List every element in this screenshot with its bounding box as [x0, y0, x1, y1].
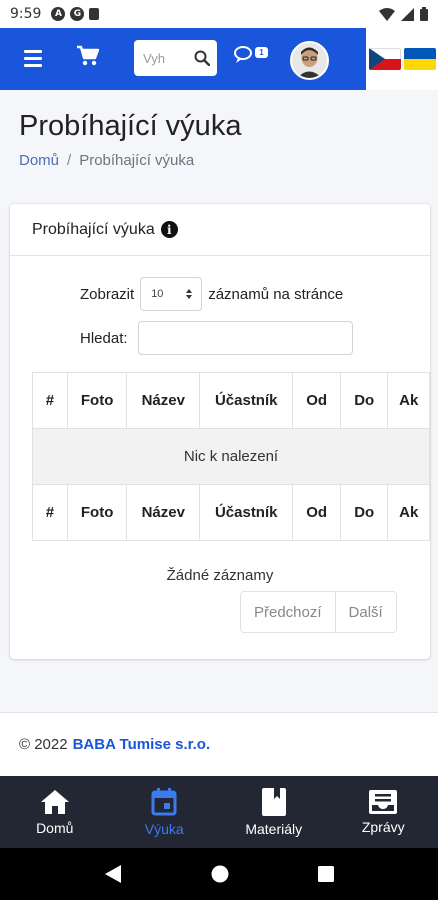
- column-footer: Do: [339, 484, 389, 541]
- notification-a-icon: A: [51, 7, 66, 21]
- bottom-nav-label: Materiály: [245, 820, 303, 837]
- column-footer: Foto: [66, 484, 128, 541]
- czech-flag-icon[interactable]: [368, 48, 401, 70]
- book-icon: [261, 787, 286, 816]
- column-header[interactable]: Foto: [66, 372, 128, 429]
- breadcrumb-separator: /: [67, 152, 72, 169]
- wifi-icon: [379, 7, 395, 21]
- column-header[interactable]: Od: [292, 372, 341, 429]
- card-title: Probíhající výuka: [32, 220, 155, 238]
- column-header[interactable]: #: [32, 372, 68, 429]
- copyright-text: © 2022: [19, 736, 68, 753]
- status-time: 9:59: [10, 6, 42, 22]
- column-footer: #: [32, 484, 68, 541]
- bottom-nav-label: Domů: [36, 819, 74, 836]
- column-header[interactable]: Ak: [387, 372, 430, 429]
- signal-icon: [401, 7, 414, 21]
- page-length-value: 10: [151, 288, 164, 300]
- bottom-navigation: Domů Výuka Materiály Zprávy: [0, 776, 438, 848]
- table-footer-row: # Foto Název Účastník Od Do Ak: [32, 484, 430, 541]
- column-footer: Název: [126, 484, 201, 541]
- home-circle-icon[interactable]: [211, 865, 229, 883]
- empty-message: Nic k nalezení: [32, 428, 430, 485]
- previous-page-button[interactable]: Předchozí: [241, 592, 336, 632]
- column-footer: Od: [292, 484, 341, 541]
- column-header[interactable]: Účastník: [199, 372, 294, 429]
- bottom-nav-messages[interactable]: Zprávy: [329, 776, 438, 848]
- navbar-search-input[interactable]: Vyh: [134, 51, 187, 66]
- table-search-input[interactable]: [137, 321, 353, 355]
- system-navigation-bar: [0, 848, 438, 900]
- back-icon[interactable]: [104, 864, 122, 884]
- table-search: Hledat:: [80, 321, 353, 355]
- courses-table: # Foto Název Účastník Od Do Ak Nic k nal…: [32, 372, 430, 541]
- breadcrumb: Domů / Probíhající výuka: [19, 152, 194, 169]
- card-header: Probíhající výuka i: [10, 204, 430, 256]
- empty-row: Nic k nalezení: [32, 428, 430, 485]
- navbar-search: Vyh: [134, 40, 217, 76]
- page-title: Probíhající výuka: [19, 110, 242, 142]
- bottom-nav-courses[interactable]: Výuka: [110, 776, 220, 848]
- status-bar: 9:59 A G: [0, 0, 438, 28]
- bottom-nav-home[interactable]: Domů: [0, 776, 110, 848]
- inbox-icon: [369, 789, 398, 814]
- next-page-button[interactable]: Další: [336, 592, 396, 632]
- avatar-image: [292, 43, 327, 78]
- column-header[interactable]: Název: [126, 372, 201, 429]
- info-icon[interactable]: i: [160, 221, 178, 238]
- notification-g-icon: G: [70, 7, 85, 21]
- length-suffix-label: záznamů na stránce: [208, 285, 344, 303]
- table-header-row: # Foto Název Účastník Od Do Ak: [32, 372, 430, 429]
- company-link[interactable]: BABA Tumise s.r.o.: [73, 736, 211, 753]
- menu-icon[interactable]: [24, 50, 44, 67]
- search-label: Hledat:: [80, 329, 128, 347]
- page-length-select[interactable]: 10: [140, 277, 203, 311]
- courses-card: Probíhající výuka i Zobrazit 10 záznamů …: [10, 204, 430, 659]
- search-icon: [194, 50, 210, 66]
- column-footer: Ak: [387, 484, 430, 541]
- user-avatar[interactable]: [290, 41, 329, 80]
- breadcrumb-current: Probíhající výuka: [79, 152, 195, 169]
- battery-icon: [420, 7, 428, 21]
- language-switcher: [366, 28, 438, 90]
- chat-badge: 1: [255, 47, 268, 58]
- ukraine-flag-icon[interactable]: [403, 48, 436, 70]
- page-footer: © 2022 BABA Tumise s.r.o.: [0, 712, 438, 776]
- column-footer: Účastník: [199, 484, 294, 541]
- search-button[interactable]: [187, 40, 217, 76]
- table-info: Žádné záznamy: [166, 567, 274, 584]
- cart-icon[interactable]: [76, 45, 100, 67]
- bottom-nav-label: Výuka: [144, 820, 184, 837]
- select-arrows-icon: [186, 289, 193, 299]
- sim-icon: [89, 8, 100, 20]
- column-header[interactable]: Do: [339, 372, 389, 429]
- bottom-nav-materials[interactable]: Materiály: [219, 776, 329, 848]
- pagination: Předchozí Další: [240, 591, 397, 633]
- page-length-control: Zobrazit 10 záznamů na stránce: [80, 277, 343, 311]
- length-prefix-label: Zobrazit: [80, 285, 135, 303]
- calendar-icon: [151, 787, 177, 815]
- breadcrumb-home-link[interactable]: Domů: [19, 152, 59, 169]
- recents-icon[interactable]: [317, 866, 334, 882]
- home-icon: [40, 789, 69, 814]
- bottom-nav-label: Zprávy: [361, 818, 405, 835]
